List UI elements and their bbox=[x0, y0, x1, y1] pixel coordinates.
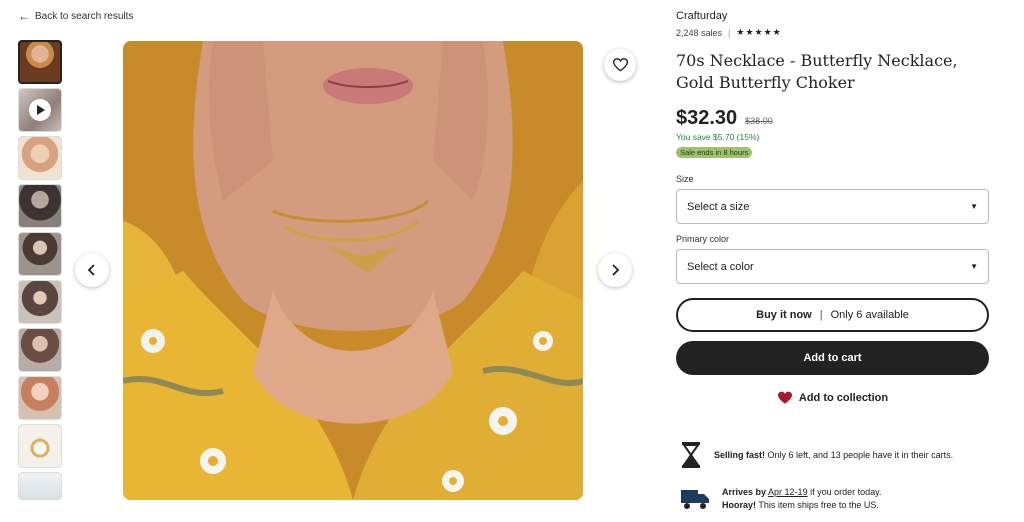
shop-sales-count: 2,248 sales bbox=[676, 27, 723, 38]
shop-meta: 2,248 sales | ★★★★★ bbox=[676, 27, 989, 38]
size-select-value: Select a size bbox=[687, 200, 750, 213]
selling-fast-text: Only 6 left, and 13 people have it in th… bbox=[767, 449, 954, 460]
thumbnail-6[interactable] bbox=[18, 280, 62, 324]
arrival-date-link[interactable]: Apr 12-19 bbox=[768, 487, 808, 497]
rating-stars[interactable]: ★★★★★ bbox=[736, 27, 781, 38]
thumbnail-4[interactable] bbox=[18, 184, 62, 228]
next-image-button[interactable] bbox=[598, 253, 632, 287]
shipping-notice: Arrives by Apr 12-19 if you order today.… bbox=[680, 486, 1000, 512]
add-to-collection-button[interactable]: Add to collection bbox=[676, 391, 989, 405]
current-price: $32.30 bbox=[676, 107, 738, 129]
play-icon bbox=[29, 99, 51, 121]
color-label: Primary color bbox=[676, 234, 730, 244]
caret-down-icon: ▼ bbox=[970, 202, 978, 211]
arrow-left-icon: ← bbox=[18, 9, 30, 23]
thumbnail-1[interactable] bbox=[18, 40, 62, 84]
back-to-search-link[interactable]: ← Back to search results bbox=[18, 10, 133, 22]
arrives-bold: Arrives by bbox=[722, 487, 767, 497]
hooray-bold: Hooray! bbox=[722, 500, 757, 510]
color-select[interactable]: Select a color ▼ bbox=[676, 249, 989, 284]
arrives-text: if you order today. bbox=[810, 487, 882, 497]
selling-fast-bold: Selling fast! bbox=[714, 449, 766, 460]
back-to-search-label: Back to search results bbox=[35, 10, 134, 22]
size-label: Size bbox=[676, 174, 694, 184]
main-product-image bbox=[123, 41, 583, 500]
thumbnail-3[interactable] bbox=[18, 136, 62, 180]
separator: | bbox=[728, 27, 731, 38]
caret-down-icon: ▼ bbox=[970, 262, 978, 271]
product-title: 70s Necklace - Butterfly Necklace, Gold … bbox=[676, 51, 958, 92]
thumbnail-9[interactable] bbox=[18, 424, 62, 468]
stock-label: Only 6 available bbox=[830, 309, 909, 321]
heart-outline-icon bbox=[612, 58, 628, 72]
chevron-right-icon bbox=[612, 264, 620, 276]
original-price: $38.00 bbox=[745, 116, 773, 126]
shop-name-link[interactable]: Crafturday bbox=[676, 10, 989, 22]
thumbnail-list bbox=[18, 40, 62, 500]
price-row: $32.30 $38.00 bbox=[676, 107, 989, 130]
hourglass-icon bbox=[682, 442, 700, 468]
savings-text: You save $5.70 (15%) bbox=[676, 132, 760, 142]
size-select[interactable]: Select a size ▼ bbox=[676, 189, 989, 224]
thumbnail-8[interactable] bbox=[18, 376, 62, 420]
favorite-button[interactable] bbox=[604, 49, 636, 81]
chevron-left-icon bbox=[87, 264, 95, 276]
thumbnail-video[interactable] bbox=[18, 88, 62, 132]
selling-fast-notice: Selling fast! Only 6 left, and 13 people… bbox=[680, 441, 1000, 469]
thumbnail-10[interactable] bbox=[18, 472, 62, 500]
thumbnail-5[interactable] bbox=[18, 232, 62, 276]
add-to-collection-label: Add to collection bbox=[798, 392, 889, 404]
heart-filled-icon bbox=[777, 391, 792, 404]
hooray-text: This item ships free to the US. bbox=[758, 500, 879, 510]
sale-badge: Sale ends in 8 hours bbox=[676, 147, 753, 158]
truck-icon bbox=[681, 490, 709, 509]
separator: | bbox=[819, 309, 823, 321]
thumbnail-7[interactable] bbox=[18, 328, 62, 372]
color-select-value: Select a color bbox=[687, 260, 754, 273]
buy-now-label: Buy it now bbox=[756, 309, 812, 321]
previous-image-button[interactable] bbox=[75, 253, 109, 287]
product-details-panel: Crafturday 2,248 sales | ★★★★★ 70s Neckl… bbox=[676, 10, 989, 405]
add-to-cart-button[interactable]: Add to cart bbox=[676, 341, 989, 375]
buy-it-now-button[interactable]: Buy it now | Only 6 available bbox=[676, 298, 989, 332]
